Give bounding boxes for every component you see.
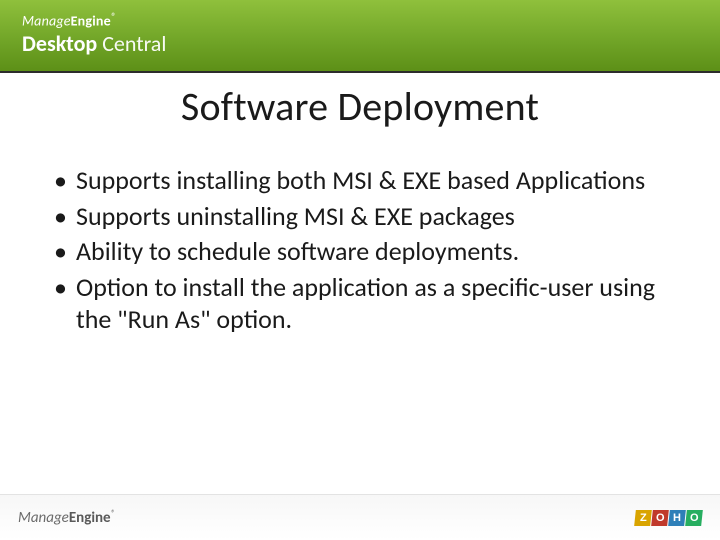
zoho-tile-z: Z: [634, 510, 652, 526]
header-banner: ManageEngine® Desktop Central: [0, 0, 720, 72]
zoho-letter: H: [673, 512, 681, 524]
footer-brand-manage: Manage: [18, 509, 69, 527]
product-part-desktop: Desktop: [22, 30, 97, 57]
bullet-text: Option to install the application as a s…: [76, 271, 655, 335]
product-name: Desktop Central: [22, 33, 166, 55]
list-item: Supports installing both MSI & EXE based…: [48, 165, 672, 197]
footer-brand-engine: Engine: [69, 509, 111, 527]
bullet-list: Supports installing both MSI & EXE based…: [48, 165, 672, 336]
footer-registered-icon: ®: [111, 508, 116, 519]
slide-body: Supports installing both MSI & EXE based…: [48, 165, 672, 336]
bullet-text: Supports installing both MSI & EXE based…: [76, 164, 645, 196]
footer-brand: ManageEngine®: [18, 508, 115, 527]
zoho-letter: O: [690, 512, 699, 524]
zoho-tile-o2: O: [685, 510, 703, 526]
brand-registered-icon: ®: [111, 10, 116, 23]
list-item: Supports uninstalling MSI & EXE packages: [48, 201, 672, 233]
brand-manageengine: ManageEngine®: [22, 12, 166, 29]
footer: ManageEngine® Z O H O: [0, 494, 720, 540]
brand-part-manage: Manage: [22, 13, 71, 30]
slide: ManageEngine® Desktop Central Software D…: [0, 0, 720, 540]
brand-part-engine: Engine: [71, 13, 111, 30]
zoho-tile-o1: O: [651, 510, 669, 526]
header-brand: ManageEngine® Desktop Central: [22, 12, 166, 55]
slide-title: Software Deployment: [0, 82, 720, 131]
bullet-text: Ability to schedule software deployments…: [76, 235, 519, 267]
product-part-central: Central: [97, 30, 166, 57]
list-item: Option to install the application as a s…: [48, 272, 672, 335]
zoho-letter: O: [656, 512, 665, 524]
zoho-logo: Z O H O: [635, 510, 702, 526]
zoho-tile-h: H: [668, 510, 686, 526]
bullet-text: Supports uninstalling MSI & EXE packages: [76, 200, 515, 232]
zoho-letter: Z: [640, 512, 647, 524]
list-item: Ability to schedule software deployments…: [48, 236, 672, 268]
